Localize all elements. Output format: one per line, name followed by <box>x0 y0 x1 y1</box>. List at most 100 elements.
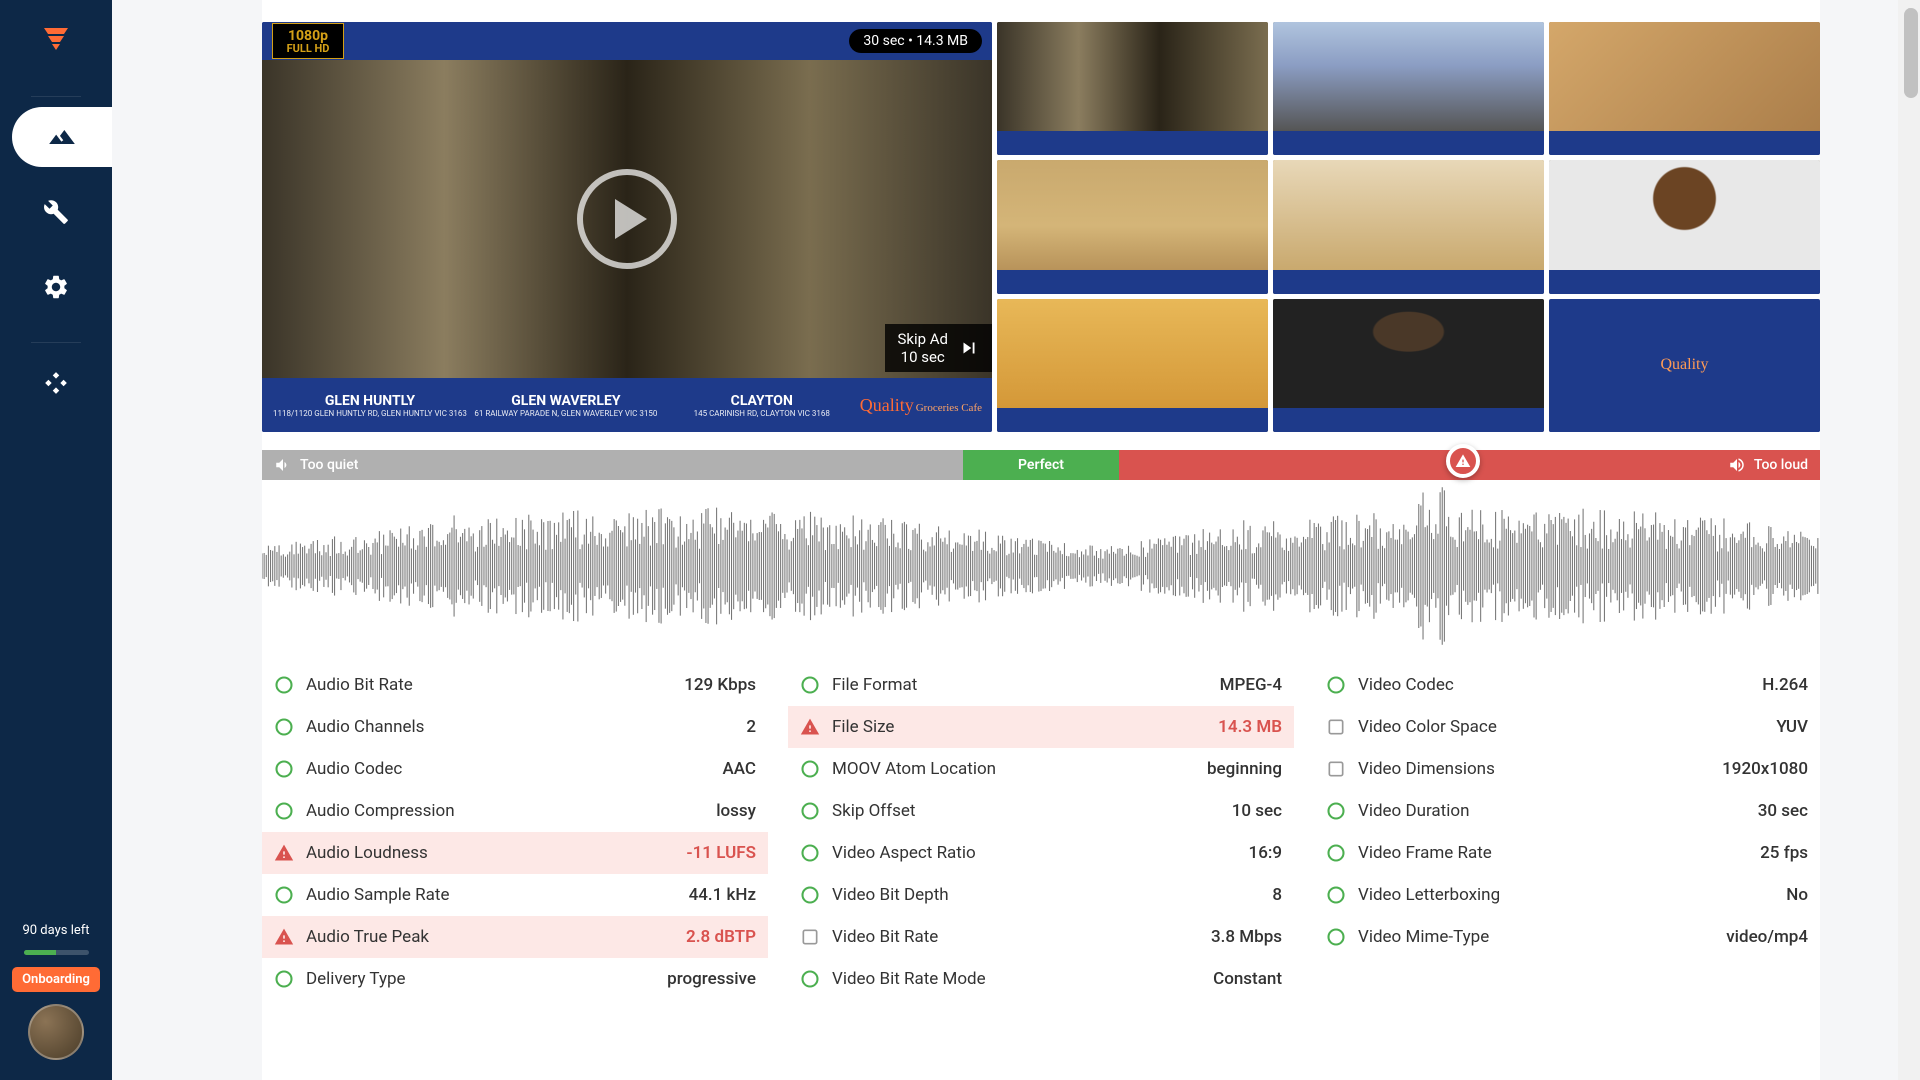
metadata-value: H.264 <box>1762 675 1808 695</box>
thumbnail[interactable] <box>997 22 1268 155</box>
thumbnail[interactable]: Quality <box>1549 299 1820 432</box>
metadata-row: File FormatMPEG-4 <box>788 664 1294 706</box>
video-preview[interactable]: 1080p FULL HD 30 sec • 14.3 MB Skip Ad 1… <box>262 22 992 432</box>
check-circle-icon <box>1326 801 1346 821</box>
metadata-label: Video Aspect Ratio <box>832 843 1249 863</box>
metadata-value: 10 sec <box>1232 801 1282 821</box>
metadata-value: -11 LUFS <box>686 843 756 863</box>
metadata-label: Video Duration <box>1358 801 1758 821</box>
metadata-row: Video Bit Rate ModeConstant <box>788 958 1294 1000</box>
metadata-label: File Format <box>832 675 1220 695</box>
metadata-value: 44.1 kHz <box>689 885 756 905</box>
warning-icon <box>274 927 294 947</box>
check-circle-icon <box>1326 675 1346 695</box>
metadata-value: beginning <box>1207 759 1282 779</box>
metadata-row: Audio True Peak2.8 dBTP <box>262 916 768 958</box>
metadata-label: Audio Bit Rate <box>306 675 684 695</box>
brand-logo: QualityGroceries Cafe <box>860 395 982 416</box>
nav-apps[interactable] <box>26 353 86 413</box>
metadata-row: Video Dimensions1920x1080 <box>1314 748 1820 790</box>
days-left-label: 90 days left <box>22 923 89 938</box>
info-square-icon <box>1326 759 1346 779</box>
metadata-row: Video Mime-Typevideo/mp4 <box>1314 916 1820 958</box>
metadata-label: Video Color Space <box>1358 717 1776 737</box>
metadata-grid: Audio Bit Rate129 Kbps Audio Channels2 Aud… <box>262 664 1820 1000</box>
loudness-marker <box>1446 444 1480 478</box>
metadata-value: 16:9 <box>1249 843 1282 863</box>
tools-icon <box>43 199 69 225</box>
diamond-grid-icon <box>43 370 69 396</box>
check-circle-icon <box>800 969 820 989</box>
check-circle-icon <box>800 885 820 905</box>
info-square-icon <box>800 927 820 947</box>
metadata-value: 14.3 MB <box>1218 717 1282 737</box>
volume-low-icon <box>274 456 292 474</box>
skip-ad-overlay: Skip Ad 10 sec <box>885 324 992 372</box>
metadata-label: Video Mime-Type <box>1358 927 1726 947</box>
check-circle-icon <box>274 717 294 737</box>
user-avatar[interactable] <box>28 1004 84 1060</box>
check-circle-icon <box>800 675 820 695</box>
metadata-value: 2.8 dBTP <box>686 927 756 947</box>
thumbnail-grid: Quality <box>997 22 1820 432</box>
metadata-row: Video Aspect Ratio16:9 <box>788 832 1294 874</box>
metadata-value: 3.8 Mbps <box>1211 927 1282 947</box>
loudness-bar: Too quiet Perfect Too loud <box>262 450 1820 480</box>
metadata-label: Video Codec <box>1358 675 1762 695</box>
metadata-label: Audio Channels <box>306 717 746 737</box>
check-circle-icon <box>274 801 294 821</box>
scrollbar-thumb[interactable] <box>1904 8 1918 98</box>
hd-badge: 1080p FULL HD <box>272 23 344 59</box>
metadata-value: 8 <box>1272 885 1282 905</box>
metadata-value: YUV <box>1776 717 1808 737</box>
metadata-row: Audio CodecAAC <box>262 748 768 790</box>
thumbnail[interactable] <box>997 160 1268 293</box>
main-content: 1080p FULL HD 30 sec • 14.3 MB Skip Ad 1… <box>262 0 1820 1080</box>
metadata-value: 30 sec <box>1758 801 1808 821</box>
metadata-value: progressive <box>667 969 756 989</box>
nav-settings[interactable] <box>26 257 86 317</box>
metadata-label: Skip Offset <box>832 801 1232 821</box>
metadata-label: Audio Sample Rate <box>306 885 689 905</box>
nav-media[interactable] <box>12 107 112 167</box>
metadata-label: Audio Loudness <box>306 843 686 863</box>
duration-pill: 30 sec • 14.3 MB <box>849 29 982 53</box>
metadata-row: Video Frame Rate25 fps <box>1314 832 1820 874</box>
metadata-row: Audio Compressionlossy <box>262 790 768 832</box>
info-square-icon <box>1326 717 1346 737</box>
thumbnail[interactable] <box>1273 22 1544 155</box>
scrollbar[interactable] <box>1898 0 1920 1080</box>
onboarding-badge[interactable]: Onboarding <box>12 967 100 992</box>
play-button[interactable] <box>577 169 677 269</box>
metadata-label: File Size <box>832 717 1218 737</box>
metadata-row: Skip Offset10 sec <box>788 790 1294 832</box>
check-circle-icon <box>274 969 294 989</box>
warning-icon <box>1455 453 1471 469</box>
thumbnail[interactable] <box>1549 22 1820 155</box>
check-circle-icon <box>1326 927 1346 947</box>
metadata-row: Video Bit Depth8 <box>788 874 1294 916</box>
warning-icon <box>274 843 294 863</box>
check-circle-icon <box>274 759 294 779</box>
metadata-row: Video Bit Rate3.8 Mbps <box>788 916 1294 958</box>
check-circle-icon <box>274 675 294 695</box>
check-circle-icon <box>800 801 820 821</box>
metadata-row: Audio Sample Rate44.1 kHz <box>262 874 768 916</box>
metadata-label: Audio True Peak <box>306 927 686 947</box>
thumbnail[interactable] <box>1273 160 1544 293</box>
metadata-row: Audio Loudness-11 LUFS <box>262 832 768 874</box>
thumbnail[interactable] <box>1273 299 1544 432</box>
metadata-row: Video LetterboxingNo <box>1314 874 1820 916</box>
metadata-label: Video Bit Rate <box>832 927 1211 947</box>
gear-icon <box>42 273 70 301</box>
trial-progress <box>24 950 89 955</box>
check-circle-icon <box>800 843 820 863</box>
nav-tools[interactable] <box>26 182 86 242</box>
thumbnail[interactable] <box>1549 160 1820 293</box>
thumbnail[interactable] <box>997 299 1268 432</box>
metadata-row: File Size14.3 MB <box>788 706 1294 748</box>
metadata-value: 129 Kbps <box>684 675 756 695</box>
metadata-value: 2 <box>746 717 756 737</box>
metadata-row: Delivery Typeprogressive <box>262 958 768 1000</box>
metadata-value: Constant <box>1213 969 1282 989</box>
